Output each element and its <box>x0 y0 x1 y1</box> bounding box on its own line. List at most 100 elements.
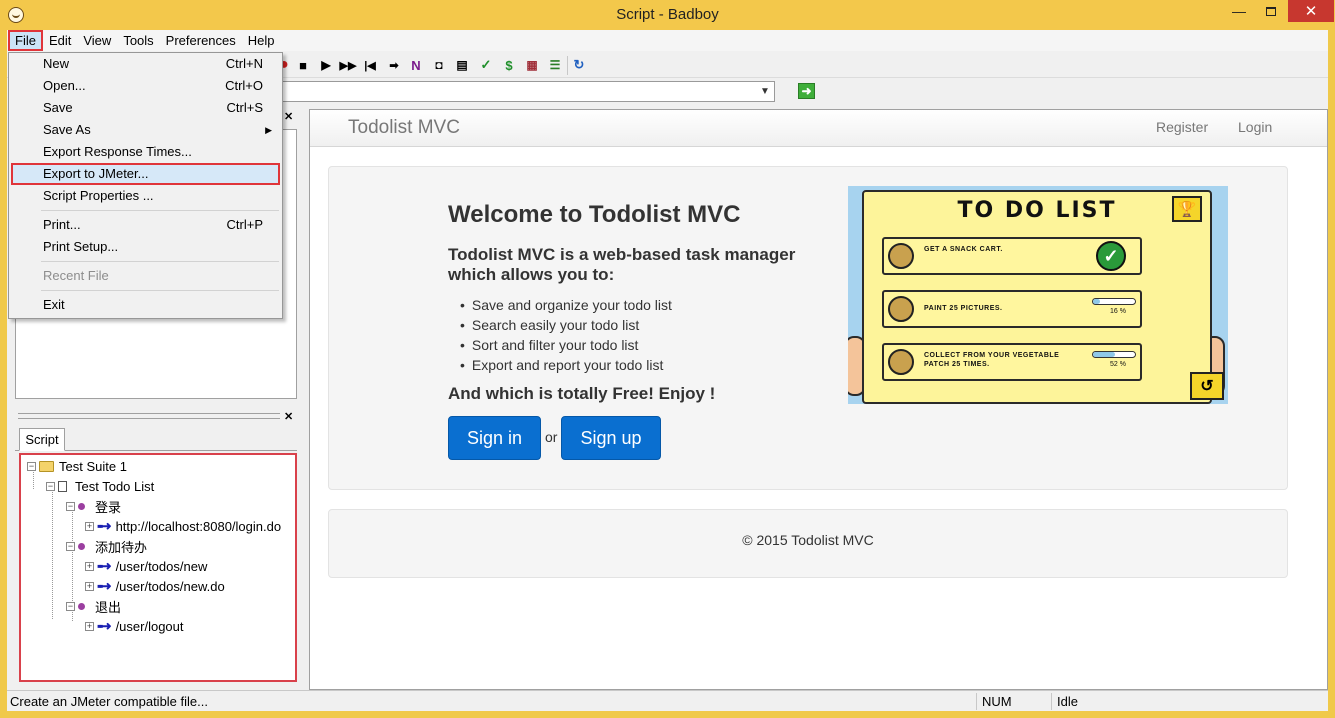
expand-icon[interactable]: + <box>85 521 94 531</box>
script-tree: − Test Suite 1 − Test Todo List − 登录 + ▪… <box>19 453 297 682</box>
menu-item-print[interactable]: Print... Ctrl+P <box>11 214 280 236</box>
step-icon <box>78 602 85 610</box>
or-text: or <box>545 429 558 445</box>
menu-item-shortcut: Ctrl+S <box>226 100 263 115</box>
feature-item: Save and organize your todo list <box>460 295 672 315</box>
request-arrow-icon: ▪▪➜ <box>97 519 111 533</box>
web-brand[interactable]: Todolist MVC <box>348 117 460 139</box>
stop-icon[interactable]: ■ <box>294 56 312 74</box>
menu-help[interactable]: Help <box>242 30 281 51</box>
todo-list-illustration: TO DO LIST 🏆 GET A SNACK CART. ✓ PAINT 2… <box>848 186 1228 404</box>
tree-node-test[interactable]: − Test Todo List <box>46 477 154 495</box>
menu-item-save[interactable]: Save Ctrl+S <box>11 97 280 119</box>
menu-item-new[interactable]: New Ctrl+N <box>11 53 280 75</box>
tree-node-request[interactable]: + ▪▪➜ /user/logout <box>85 617 184 635</box>
n-icon[interactable]: N <box>407 56 425 74</box>
panel-splitter[interactable] <box>18 413 280 419</box>
refresh-icon[interactable]: ↻ <box>570 56 588 74</box>
tree-node-step-logout[interactable]: − 退出 <box>66 597 121 615</box>
collapse-icon[interactable]: − <box>66 541 75 551</box>
register-link[interactable]: Register <box>1156 119 1208 135</box>
embedded-browser: Todolist MVC Register Login Welcome to T… <box>309 109 1328 690</box>
menu-item-export-response-times[interactable]: Export Response Times... <box>11 141 280 163</box>
collapse-icon[interactable]: − <box>66 601 75 611</box>
menu-item-label: Exit <box>43 297 65 312</box>
menu-item-print-setup[interactable]: Print Setup... <box>11 236 280 258</box>
progress-bar <box>1092 351 1136 358</box>
collapse-icon[interactable]: − <box>66 501 75 511</box>
progress-fill <box>1093 352 1115 357</box>
camera-icon[interactable]: ◘ <box>430 56 448 74</box>
tab-script[interactable]: Script <box>19 428 65 451</box>
grid-icon[interactable]: ▦ <box>523 56 541 74</box>
url-combobox[interactable]: ▼ <box>277 81 775 102</box>
menu-item-export-to-jmeter[interactable]: Export to JMeter... <box>11 163 280 185</box>
collapse-icon[interactable]: − <box>27 461 36 471</box>
check-icon[interactable]: ✓ <box>477 56 495 74</box>
status-state: Idle <box>1051 693 1311 710</box>
step-icon <box>78 502 85 510</box>
tree-node-request[interactable]: + ▪▪➜ http://localhost:8080/login.do <box>85 517 281 535</box>
go-arrow-button[interactable]: ➜ <box>798 83 815 99</box>
sign-up-button[interactable]: Sign up <box>561 416 661 460</box>
menu-view[interactable]: View <box>77 30 117 51</box>
sign-in-button[interactable]: Sign in <box>448 416 541 460</box>
step-icon[interactable]: ➡ <box>385 56 403 74</box>
menu-file[interactable]: File <box>8 30 43 51</box>
expand-icon[interactable]: + <box>85 621 94 631</box>
tree-node-step-add[interactable]: − 添加待办 <box>66 537 147 555</box>
todo-row-text: PAINT 25 PICTURES. <box>924 305 1003 312</box>
feature-item: Export and report your todo list <box>460 355 672 375</box>
feature-item: Search easily your todo list <box>460 315 672 335</box>
maximize-icon <box>1266 6 1276 16</box>
rewind-icon[interactable]: |◀ <box>361 56 379 74</box>
menu-item-shortcut: Ctrl+P <box>226 217 263 232</box>
menu-item-save-as[interactable]: Save As ▶ <box>11 119 280 141</box>
maximize-button[interactable] <box>1256 0 1286 22</box>
menu-item-exit[interactable]: Exit <box>11 294 280 316</box>
folder-icon <box>39 460 54 472</box>
play-icon[interactable]: ▶ <box>317 56 335 74</box>
collapse-icon[interactable]: − <box>46 481 55 491</box>
menu-item-open[interactable]: Open... Ctrl+O <box>11 75 280 97</box>
expand-icon[interactable]: + <box>85 581 94 591</box>
step-icon <box>78 542 85 550</box>
tree-node-request[interactable]: + ▪▪➜ /user/todos/new <box>85 557 207 575</box>
tree-guide <box>52 489 53 619</box>
progress-fill <box>1093 299 1100 304</box>
chevron-down-icon[interactable]: ▼ <box>758 82 772 101</box>
request-arrow-icon: ▪▪➜ <box>97 559 111 573</box>
medal-icon <box>888 296 914 322</box>
menu-tools[interactable]: Tools <box>117 30 159 51</box>
menu-item-label: Recent File <box>43 268 109 283</box>
tree-node-label: 登录 <box>95 499 122 515</box>
tree-node-request[interactable]: + ▪▪➜ /user/todos/new.do <box>85 577 225 595</box>
close-icon[interactable]: ✕ <box>284 110 293 123</box>
login-link[interactable]: Login <box>1238 119 1272 135</box>
tree-node-step-login[interactable]: − 登录 <box>66 497 121 515</box>
close-icon[interactable]: ✕ <box>284 410 293 423</box>
welcome-jumbotron: Welcome to Todolist MVC Todolist MVC is … <box>328 166 1288 490</box>
tree-icon[interactable]: ☰ <box>546 56 564 74</box>
dollar-icon[interactable]: $ <box>500 56 518 74</box>
tree-node-label: 添加待办 <box>95 539 148 555</box>
menu-edit[interactable]: Edit <box>43 30 77 51</box>
expand-icon[interactable]: + <box>85 561 94 571</box>
close-button[interactable]: ✕ <box>1288 0 1334 22</box>
fast-forward-icon[interactable]: ▶▶ <box>339 56 357 74</box>
tree-node-suite[interactable]: − Test Suite 1 <box>27 457 127 475</box>
todo-image-row: GET A SNACK CART. ✓ <box>882 237 1142 275</box>
progress-percent: 52 % <box>1110 361 1126 368</box>
menu-preferences[interactable]: Preferences <box>160 30 242 51</box>
menu-item-label: Save As <box>43 122 91 137</box>
document-icon[interactable]: ▤ <box>453 56 471 74</box>
checkmark-icon: ✓ <box>1096 241 1126 271</box>
file-menu-dropdown: New Ctrl+N Open... Ctrl+O Save Ctrl+S Sa… <box>8 52 283 319</box>
request-arrow-icon: ▪▪➜ <box>97 619 111 633</box>
progress-percent: 16 % <box>1110 308 1126 315</box>
minimize-button[interactable]: — <box>1224 0 1254 22</box>
menu-item-shortcut: Ctrl+O <box>225 78 263 93</box>
medal-icon <box>888 243 914 269</box>
menu-item-script-properties[interactable]: Script Properties ... <box>11 185 280 207</box>
description-heading: Todolist MVC is a web-based task manager… <box>448 245 796 284</box>
